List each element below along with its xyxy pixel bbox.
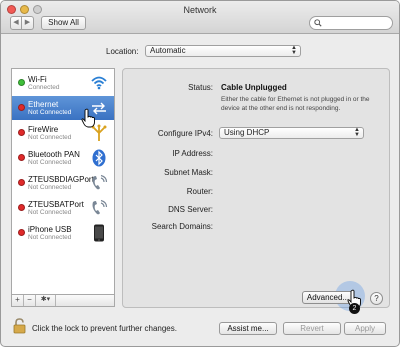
hand-cursor-icon xyxy=(81,108,95,128)
status-value: Cable Unplugged xyxy=(221,83,287,92)
window-title: Network xyxy=(183,5,217,15)
service-status: Not Connected xyxy=(28,184,72,191)
phone-modem-icon xyxy=(92,199,108,215)
lock-message: Click the lock to prevent further change… xyxy=(32,324,177,333)
status-dot xyxy=(18,129,25,136)
title-bar: Network ◀ ▶ Show All xyxy=(1,1,399,34)
click-count-badge: 2 xyxy=(349,303,360,314)
location-value: Automatic xyxy=(150,46,186,55)
status-description: Either the cable for Ethernet is not plu… xyxy=(221,96,370,112)
select-arrows-icon: ▲ ▼ xyxy=(291,45,297,56)
service-name: Wi-Fi xyxy=(28,75,47,84)
status-dot xyxy=(18,179,25,186)
select-arrows-icon: ▲ ▼ xyxy=(354,127,360,138)
service-status: Not Connected xyxy=(28,134,72,141)
service-name: Bluetooth PAN xyxy=(28,150,80,159)
service-item-wifi[interactable]: Wi-Fi Connected xyxy=(12,71,114,95)
status-label: Status: xyxy=(188,83,213,92)
show-all-button[interactable]: Show All xyxy=(41,16,86,30)
service-status: Not Connected xyxy=(28,159,72,166)
service-name: Ethernet xyxy=(28,100,59,109)
service-item-iphone-usb[interactable]: iPhone USB Not Connected xyxy=(12,221,114,245)
back-button[interactable]: ◀ xyxy=(10,16,22,30)
apply-button[interactable]: Apply xyxy=(344,322,386,335)
remove-service-button[interactable]: − xyxy=(24,295,36,306)
bluetooth-icon xyxy=(92,149,106,167)
service-name: iPhone USB xyxy=(28,225,72,234)
gear-menu-button[interactable]: ✱▾ xyxy=(36,295,56,306)
status-dot xyxy=(18,204,25,211)
search-domains-label: Search Domains: xyxy=(151,222,213,231)
search-icon xyxy=(314,19,322,27)
phone-modem-icon xyxy=(92,174,108,190)
forward-button[interactable]: ▶ xyxy=(22,16,34,30)
search-input[interactable] xyxy=(309,16,393,30)
service-item-zteusbdiagport[interactable]: ZTEUSBDIAGPort Not Connected xyxy=(12,171,114,195)
subnet-mask-label: Subnet Mask: xyxy=(164,168,213,177)
service-status: Not Connected xyxy=(28,209,72,216)
lock-icon[interactable] xyxy=(13,318,27,334)
router-label: Router: xyxy=(186,187,213,196)
service-item-firewire[interactable]: FireWire Not Connected xyxy=(12,121,114,145)
service-item-bluetooth-pan[interactable]: Bluetooth PAN Not Connected xyxy=(12,146,114,170)
service-name: FireWire xyxy=(28,125,59,134)
add-service-button[interactable]: + xyxy=(12,295,24,306)
network-preferences-window: Network ◀ ▶ Show All Location: Automatic… xyxy=(0,0,400,347)
status-dot xyxy=(18,79,25,86)
ip-address-label: IP Address: xyxy=(172,149,213,158)
revert-button[interactable]: Revert xyxy=(283,322,341,335)
back-forward-control: ◀ ▶ xyxy=(10,16,34,30)
configure-ipv4-select[interactable]: Using DHCP ▲ ▼ xyxy=(219,127,364,139)
service-name: ZTEUSBATPort xyxy=(28,200,84,209)
configure-ipv4-value: Using DHCP xyxy=(224,128,270,137)
service-status: Not Connected xyxy=(28,234,72,241)
service-item-zteusbatport[interactable]: ZTEUSBATPort Not Connected xyxy=(12,196,114,220)
iphone-icon xyxy=(94,224,104,242)
service-list: Wi-Fi Connected Ethernet Not Connected F… xyxy=(11,68,115,295)
service-list-toolbar: + − ✱▾ xyxy=(11,295,115,307)
assist-me-button[interactable]: Assist me... xyxy=(219,322,277,335)
wifi-icon xyxy=(91,76,107,90)
location-label: Location: xyxy=(106,47,139,56)
service-status: Connected xyxy=(28,84,60,91)
service-item-ethernet[interactable]: Ethernet Not Connected xyxy=(12,96,114,120)
dns-server-label: DNS Server: xyxy=(168,205,213,214)
help-button[interactable]: ? xyxy=(370,292,383,305)
status-dot xyxy=(18,229,25,236)
location-select[interactable]: Automatic ▲ ▼ xyxy=(145,45,301,57)
configure-ipv4-label: Configure IPv4: xyxy=(157,129,213,138)
service-name: ZTEUSBDIAGPort xyxy=(28,175,94,184)
status-dot xyxy=(18,154,25,161)
service-status: Not Connected xyxy=(28,109,72,116)
status-dot xyxy=(18,104,25,111)
